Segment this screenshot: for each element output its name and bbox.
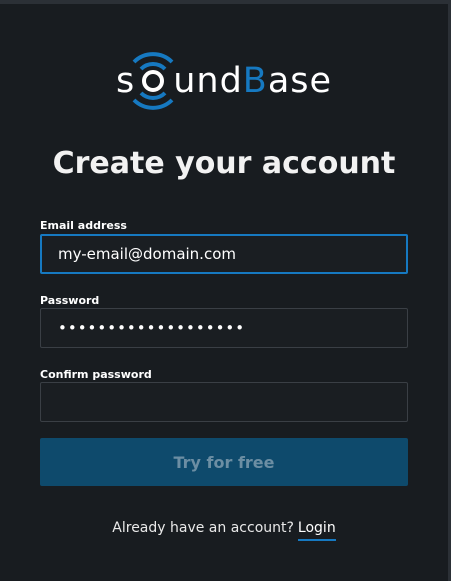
logo-letters-ase: ase bbox=[267, 61, 333, 101]
email-field[interactable] bbox=[40, 234, 408, 274]
confirm-password-field[interactable] bbox=[40, 382, 408, 422]
sound-wave-o-icon bbox=[132, 48, 174, 114]
login-link[interactable]: Login bbox=[297, 520, 336, 541]
logo-letter-b: B bbox=[242, 61, 268, 101]
logo-wordmark: s und B ase bbox=[116, 48, 332, 114]
page-title: Create your account bbox=[52, 146, 396, 181]
login-prompt: Already have an account? Login bbox=[0, 520, 448, 541]
login-prompt-text: Already have an account? bbox=[112, 520, 294, 536]
email-label: Email address bbox=[40, 219, 127, 232]
logo-und: und bbox=[173, 61, 243, 101]
soundbase-logo: s und B ase bbox=[0, 48, 448, 114]
signup-window: s und B ase Create your account Email ad… bbox=[0, 0, 451, 581]
try-for-free-button[interactable]: Try for free bbox=[40, 438, 408, 486]
password-label: Password bbox=[40, 294, 100, 307]
password-field[interactable] bbox=[40, 308, 408, 348]
logo-letters-und: und bbox=[173, 61, 243, 101]
confirm-password-label: Confirm password bbox=[40, 368, 152, 381]
